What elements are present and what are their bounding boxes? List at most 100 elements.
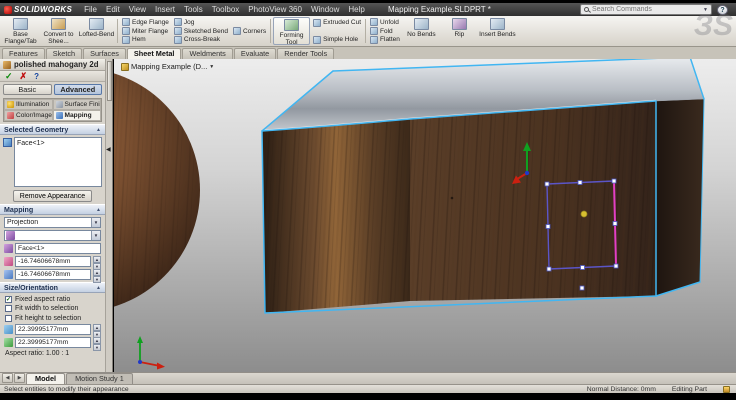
edge-flange-button[interactable]: Edge Flange [120,18,171,27]
status-hint: Select entities to modify their appearan… [4,385,129,393]
model-box[interactable] [261,59,705,313]
fold-button[interactable]: Fold [368,27,402,36]
simple-hole-button[interactable]: Simple Hole [311,35,363,44]
quick-tips-icon[interactable] [723,385,730,393]
tab-surfaces[interactable]: Surfaces [83,48,126,59]
menu-photoview[interactable]: PhotoView 360 [244,5,306,14]
cross-break-icon [173,35,182,44]
model-scene [114,59,705,370]
menu-view[interactable]: View [125,5,150,14]
fit-height-checkbox[interactable] [5,314,12,322]
tab-render-tools[interactable]: Render Tools [277,48,335,59]
help-button[interactable]: ? [717,5,728,15]
graphics-viewport[interactable] [114,59,736,372]
sketched-bend-button[interactable]: Sketched Bend [172,27,230,36]
hem-button[interactable]: Hem [120,35,171,44]
height-spinner[interactable]: ▲ ▼ [93,337,101,351]
cross-break-button[interactable]: Cross-Break [172,35,230,44]
feature-tree-flyout[interactable]: Mapping Example (D... ▼ [121,62,214,71]
mapping-section-header[interactable]: Mapping ▲ [0,204,105,215]
motion-study-tab[interactable]: Motion Study 1 [66,373,133,384]
size-orientation-header[interactable]: Size/Orientation ▲ [0,282,105,293]
offset-x-field[interactable]: -16.74606678mm [15,256,91,267]
base-flange-button[interactable]: Base Flange/Tab [2,17,39,45]
feature-tree-label[interactable]: Mapping Example (D... [131,62,207,71]
menu-tools[interactable]: Tools [180,5,207,14]
lofted-bend-button[interactable]: Lofted-Bend [78,17,115,45]
menu-file[interactable]: File [80,5,101,14]
fixed-aspect-ratio-row[interactable]: ✓ Fixed aspect ratio [5,295,100,303]
unfold-button[interactable]: Unfold [368,18,402,27]
tab-illumination[interactable]: Illumination [4,99,53,110]
menu-insert[interactable]: Insert [151,5,179,14]
advanced-mode-button[interactable]: Advanced [53,84,102,95]
tab-surface-finish[interactable]: Surface Finish [52,99,101,110]
ok-button[interactable]: ✓ [5,71,13,81]
offset-x-spinner[interactable]: ▲ ▼ [93,256,101,270]
tab-mapping[interactable]: Mapping [52,110,101,121]
menu-help[interactable]: Help [344,5,368,14]
mapping-origin-handle[interactable] [580,210,588,218]
model-tab[interactable]: Model [26,373,66,384]
offset-y-spinner[interactable]: ▲ ▼ [93,269,101,283]
basic-mode-button[interactable]: Basic [3,84,52,95]
spin-up-icon[interactable]: ▲ [93,256,101,263]
mapping-reference-field[interactable]: Face<1> [15,243,101,254]
selected-geometry-header[interactable]: Selected Geometry ▲ [0,124,105,135]
no-bends-button[interactable]: No Bends [403,17,440,45]
chevron-down-icon[interactable]: ▼ [91,231,100,240]
miter-flange-button[interactable]: Miter Flange [120,27,171,36]
tab-color-image[interactable]: Color/Image [4,110,53,121]
projection-type-combo[interactable]: Projection ▼ [4,217,101,228]
collapse-icon[interactable]: ▲ [96,127,101,133]
tab-weldments[interactable]: Weldments [182,48,233,59]
collapse-icon[interactable]: ▲ [96,285,101,291]
corners-button[interactable]: Corners [231,27,268,36]
spin-up-icon[interactable]: ▲ [93,269,101,276]
scrollbar-thumb[interactable] [107,61,112,101]
spin-down-icon[interactable]: ▼ [93,276,101,283]
list-item[interactable]: Face<1> [17,139,99,148]
convert-to-sheet-metal-button[interactable]: Convert to Shee... [40,17,77,45]
offset-y-field[interactable]: -16.74606678mm [15,269,91,280]
menu-toolbox[interactable]: Toolbox [208,5,244,14]
fit-height-row[interactable]: Fit height to selection [5,314,100,322]
spin-up-icon[interactable]: ▲ [93,337,101,344]
tab-sketch[interactable]: Sketch [45,48,83,59]
height-field[interactable]: 22.39995177mm [15,337,91,348]
search-dropdown-icon[interactable]: ▼ [703,7,708,13]
cancel-button[interactable]: ✗ [20,71,28,81]
menu-edit[interactable]: Edit [102,5,124,14]
panel-flyout-handle[interactable]: ◀ [106,146,111,153]
tree-expand-icon[interactable]: ▼ [209,64,214,70]
fit-width-checkbox[interactable] [5,305,12,312]
spin-down-icon[interactable]: ▼ [93,344,101,351]
tab-scroll-right-icon[interactable]: ▶ [14,373,25,383]
chevron-down-icon[interactable]: ▼ [91,218,100,227]
insert-bends-button[interactable]: Insert Bends [479,17,516,45]
projection-axis-combo[interactable]: ▼ [4,230,101,241]
spin-up-icon[interactable]: ▲ [93,324,101,331]
pm-help-button[interactable]: ? [34,72,39,81]
extruded-cut-button[interactable]: Extruded Cut [311,18,363,27]
remove-appearance-button[interactable]: Remove Appearance [12,190,93,202]
tab-scroll-left-icon[interactable]: ◀ [2,373,13,383]
collapse-icon[interactable]: ▲ [96,207,101,213]
width-spinner[interactable]: ▲ ▼ [93,324,101,338]
search-input[interactable] [592,6,701,13]
forming-tool-button[interactable]: Forming Tool [273,17,311,46]
tab-evaluate[interactable]: Evaluate [233,48,277,59]
box-right-face[interactable] [656,99,704,296]
tab-features[interactable]: Features [2,48,45,59]
panel-scrollbar[interactable] [105,59,112,372]
width-field[interactable]: 22.39995177mm [15,324,91,335]
selected-geometry-list[interactable]: Face<1> [14,137,102,187]
tab-sheet-metal[interactable]: Sheet Metal [126,48,182,59]
jog-button[interactable]: Jog [172,18,230,27]
menu-window[interactable]: Window [307,5,343,14]
rip-button[interactable]: Rip [441,17,478,45]
fit-width-row[interactable]: Fit width to selection [5,305,100,312]
search-commands-box[interactable]: ▼ [580,4,712,15]
flatten-button[interactable]: Flatten [368,35,402,44]
fixed-aspect-checkbox[interactable]: ✓ [5,295,12,303]
